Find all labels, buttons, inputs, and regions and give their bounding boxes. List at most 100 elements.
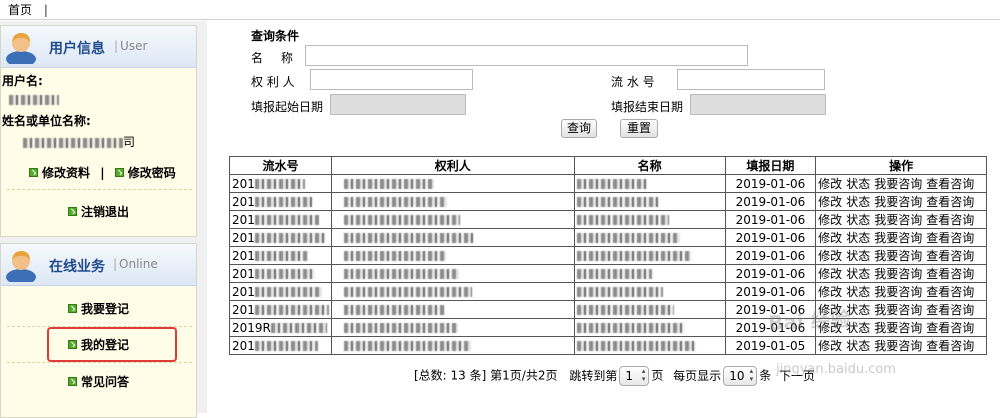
- table-row: 201 2019-01-06 修改 状态 我要咨询 查看咨询: [229, 300, 987, 319]
- cell-date: 2019-01-05: [724, 336, 817, 355]
- table-row: 201 2019-01-06 修改 状态 我要咨询 查看咨询: [229, 210, 987, 229]
- cell-date: 2019-01-06: [724, 192, 817, 211]
- cell-name: [573, 282, 726, 301]
- action-link-2[interactable]: 我要咨询: [874, 249, 922, 263]
- cell-owner: [330, 282, 575, 301]
- cell-owner: [330, 210, 575, 229]
- table-row: 201 2019-01-05 修改 状态 我要咨询 查看咨询: [229, 336, 987, 355]
- action-link-3[interactable]: 查看咨询: [926, 303, 974, 317]
- username-label: 用户名:: [2, 74, 43, 88]
- action-link-0[interactable]: 修改: [818, 195, 842, 209]
- home-link[interactable]: 首页: [8, 3, 32, 17]
- action-link-3[interactable]: 查看咨询: [926, 231, 974, 245]
- action-link-1[interactable]: 状态: [846, 249, 870, 263]
- end-date-label: 填报结束日期: [611, 100, 684, 114]
- action-link-2[interactable]: 我要咨询: [874, 303, 922, 317]
- faq-link[interactable]: 常见问答: [68, 373, 129, 390]
- action-link-2[interactable]: 我要咨询: [874, 213, 922, 227]
- end-date-input[interactable]: [690, 94, 826, 115]
- cell-name: [573, 318, 726, 337]
- table-row: 201 2019-01-06 修改 状态 我要咨询 查看咨询: [229, 192, 987, 211]
- divider: [7, 189, 192, 190]
- action-link-1[interactable]: 状态: [846, 231, 870, 245]
- action-link-3[interactable]: 查看咨询: [926, 195, 974, 209]
- cell-date: 2019-01-06: [724, 246, 817, 265]
- header-date: 填报日期: [724, 156, 817, 175]
- edit-icon: [114, 168, 124, 177]
- logout-icon: [68, 207, 77, 216]
- cell-name: [573, 300, 726, 319]
- action-link-1[interactable]: 状态: [846, 267, 870, 281]
- cell-owner: [330, 228, 575, 247]
- name-input[interactable]: [305, 45, 748, 66]
- cell-date: 2019-01-06: [724, 228, 817, 247]
- action-link-2[interactable]: 我要咨询: [874, 285, 922, 299]
- action-link-2[interactable]: 我要咨询: [874, 195, 922, 209]
- serial-input[interactable]: [677, 69, 825, 90]
- action-link-1[interactable]: 状态: [846, 177, 870, 191]
- cell-owner: [330, 246, 575, 265]
- top-nav: 首页 |: [0, 0, 1000, 20]
- user-panel-title: 用户信息: [49, 41, 105, 57]
- org-name-label: 姓名或单位名称:: [2, 114, 91, 128]
- cell-name: [573, 210, 726, 229]
- action-link-0[interactable]: 修改: [818, 213, 842, 227]
- action-link-0[interactable]: 修改: [818, 339, 842, 353]
- cell-name: [573, 228, 726, 247]
- user-avatar-icon: [6, 251, 36, 282]
- cell-date: 2019-01-06: [724, 282, 817, 301]
- action-link-2[interactable]: 我要咨询: [874, 267, 922, 281]
- results-table: 流水号 权利人 名称 填报日期 操作 201 2019-01-06 修改 状态 我要咨询…: [229, 156, 987, 355]
- register-link[interactable]: 我要登记: [68, 300, 129, 317]
- owner-input[interactable]: [310, 69, 473, 90]
- reset-button[interactable]: 重置: [620, 119, 658, 138]
- cell-owner: [330, 336, 575, 355]
- page-info: 第1页/共2页: [490, 368, 558, 383]
- table-header-row: 流水号 权利人 名称 填报日期 操作: [229, 156, 987, 175]
- cell-serial: 201: [229, 174, 332, 193]
- change-password-link[interactable]: 修改密码: [114, 166, 176, 180]
- cell-serial: 2019R: [229, 318, 332, 337]
- org-name-value: 司: [23, 133, 135, 150]
- total-count: [总数: 13 条]: [414, 368, 487, 383]
- action-link-2[interactable]: 我要咨询: [874, 339, 922, 353]
- user-panel-subtitle: | User: [114, 39, 148, 53]
- action-link-0[interactable]: 修改: [818, 267, 842, 281]
- per-page-select[interactable]: 10: [723, 366, 758, 386]
- action-link-1[interactable]: 状态: [846, 339, 870, 353]
- logout-link[interactable]: 注销退出: [68, 203, 129, 220]
- cell-owner: [330, 318, 575, 337]
- action-link-3[interactable]: 查看咨询: [926, 267, 974, 281]
- action-link-3[interactable]: 查看咨询: [926, 177, 974, 191]
- action-link-0[interactable]: 修改: [818, 231, 842, 245]
- action-link-3[interactable]: 查看咨询: [926, 321, 974, 335]
- jump-page-select[interactable]: 1: [619, 366, 650, 386]
- action-link-3[interactable]: 查看咨询: [926, 339, 974, 353]
- cell-owner: [330, 174, 575, 193]
- action-link-2[interactable]: 我要咨询: [874, 177, 922, 191]
- cell-serial: 201: [229, 300, 332, 319]
- table-row: 201 2019-01-06 修改 状态 我要咨询 查看咨询: [229, 174, 987, 193]
- edit-profile-link[interactable]: 修改资料: [29, 166, 90, 180]
- business-panel-header: 在线业务 | Online: [1, 244, 196, 286]
- arrow-icon: [68, 377, 77, 386]
- action-link-0[interactable]: 修改: [818, 249, 842, 263]
- action-link-2[interactable]: 我要咨询: [874, 321, 922, 335]
- header-actions: 操作: [815, 156, 987, 175]
- action-link-2[interactable]: 我要咨询: [874, 231, 922, 245]
- action-link-1[interactable]: 状态: [846, 285, 870, 299]
- action-link-3[interactable]: 查看咨询: [926, 285, 974, 299]
- action-link-1[interactable]: 状态: [846, 195, 870, 209]
- action-link-0[interactable]: 修改: [818, 177, 842, 191]
- action-link-1[interactable]: 状态: [846, 213, 870, 227]
- action-link-3[interactable]: 查看咨询: [926, 213, 974, 227]
- start-date-input[interactable]: [330, 94, 466, 115]
- owner-label: 权 利 人: [251, 75, 295, 89]
- action-link-0[interactable]: 修改: [818, 285, 842, 299]
- edit-icon: [29, 168, 38, 177]
- table-row: 201 2019-01-06 修改 状态 我要咨询 查看咨询: [229, 282, 987, 301]
- cell-name: [573, 174, 726, 193]
- action-link-3[interactable]: 查看咨询: [926, 249, 974, 263]
- search-button[interactable]: 查询: [561, 119, 597, 138]
- cell-owner: [330, 264, 575, 283]
